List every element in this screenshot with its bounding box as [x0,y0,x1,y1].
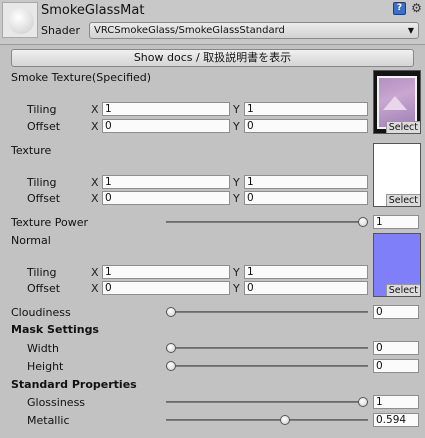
texture-offset-label: Offset [27,192,61,205]
mask-height-value-field[interactable]: 0 [373,359,419,373]
texture-tiling-y-field[interactable]: 1 [244,175,368,189]
glossiness-value-field[interactable]: 1 [373,395,419,409]
texture-power-label: Texture Power [11,216,89,229]
normal-label: Normal [11,234,51,247]
normal-offset-x-field[interactable]: 0 [102,281,230,295]
shader-value: VRCSmokeGlass/SmokeGlassStandard [94,25,285,36]
normal-map-slot[interactable]: Select [373,233,421,297]
cloudiness-value-field[interactable]: 0 [373,305,419,319]
smoke-offset-x-label: X [91,120,99,133]
smoke-tiling-label: Tiling [27,103,57,116]
mask-width-slider-thumb[interactable] [166,343,176,353]
texture-offset-x-label: X [91,192,99,205]
normal-offset-y-field[interactable]: 0 [244,281,368,295]
normal-tiling-label: Tiling [27,266,57,279]
cloudiness-slider-thumb[interactable] [166,307,176,317]
texture-power-slider[interactable] [166,215,368,229]
mask-width-value-field[interactable]: 0 [373,341,419,355]
glossiness-slider[interactable] [166,395,368,409]
cloudiness-label: Cloudiness [11,306,71,319]
glossiness-slider-thumb[interactable] [358,397,368,407]
normal-offset-label: Offset [27,282,61,295]
standard-properties-header: Standard Properties [11,378,137,391]
smoke-texture-label: Smoke Texture(Specified) [11,71,152,84]
normal-tiling-y-field[interactable]: 1 [244,265,368,279]
smoke-tiling-y-field[interactable]: 1 [244,102,368,116]
smoke-tiling-y-label: Y [233,103,240,116]
mask-width-slider[interactable] [166,341,368,355]
show-docs-button[interactable]: Show docs / 取扱説明書を表示 [11,49,414,67]
mask-height-slider[interactable] [166,359,368,373]
help-book-icon[interactable]: ? [393,2,406,15]
texture-tiling-label: Tiling [27,176,57,189]
smoke-offset-label: Offset [27,120,61,133]
smoke-texture-select-button[interactable]: Select [385,121,420,133]
mask-height-label: Height [27,360,64,373]
texture-offset-y-field[interactable]: 0 [244,191,368,205]
metallic-label: Metallic [27,414,70,427]
metallic-slider[interactable] [166,413,368,427]
metallic-slider-thumb[interactable] [280,415,290,425]
mask-height-slider-thumb[interactable] [166,361,176,371]
mask-settings-header: Mask Settings [11,323,99,336]
shader-label: Shader [41,24,80,37]
material-name: SmokeGlassMat [41,3,145,18]
shader-dropdown[interactable]: VRCSmokeGlass/SmokeGlassStandard ▼ [89,22,419,39]
smoke-offset-y-label: Y [233,120,240,133]
texture-tiling-y-label: Y [233,176,240,189]
texture-label: Texture [11,144,52,157]
normal-map-select-button[interactable]: Select [385,284,420,296]
smoke-offset-y-field[interactable]: 0 [244,119,368,133]
normal-offset-x-label: X [91,282,99,295]
normal-tiling-x-field[interactable]: 1 [102,265,230,279]
texture-power-slider-thumb[interactable] [358,217,368,227]
gear-icon[interactable]: ⚙ [410,1,423,15]
chevron-down-icon: ▼ [407,26,414,35]
texture-tiling-x-label: X [91,176,99,189]
texture-power-value-field[interactable]: 1 [373,215,419,229]
texture-select-button[interactable]: Select [385,194,420,206]
mask-width-label: Width [27,342,59,355]
smoke-offset-x-field[interactable]: 0 [102,119,230,133]
normal-tiling-x-label: X [91,266,99,279]
normal-tiling-y-label: Y [233,266,240,279]
texture-offset-x-field[interactable]: 0 [102,191,230,205]
header-divider [0,44,425,45]
texture-tiling-x-field[interactable]: 1 [102,175,230,189]
normal-offset-y-label: Y [233,282,240,295]
texture-offset-y-label: Y [233,192,240,205]
smoke-texture-slot[interactable]: Select [373,70,421,134]
cloudiness-slider[interactable] [166,305,368,319]
material-preview-icon [2,2,38,38]
texture-slot[interactable]: Select [373,143,421,207]
metallic-value-field[interactable]: 0.594 [373,413,419,427]
smoke-tiling-x-field[interactable]: 1 [102,102,230,116]
smoke-tiling-x-label: X [91,103,99,116]
glossiness-label: Glossiness [27,396,86,409]
